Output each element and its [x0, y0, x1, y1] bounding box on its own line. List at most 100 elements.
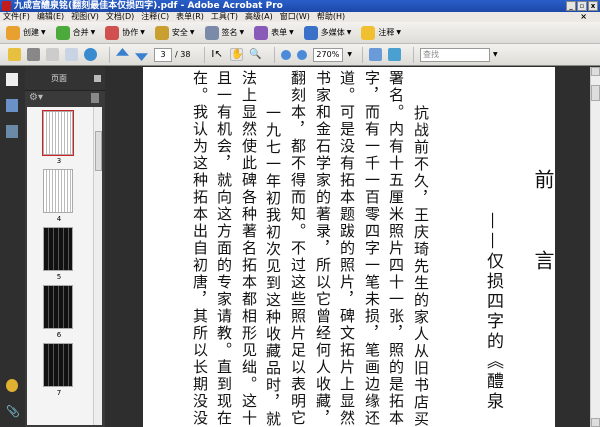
toolbar-button-3[interactable]: 安全 ▼ — [154, 25, 195, 40]
thumbnail-page-number: 3 — [56, 157, 62, 165]
restore-button[interactable]: ▫ — [577, 1, 587, 11]
page-thumbnail[interactable] — [43, 227, 73, 271]
thumbnail-page-number: 6 — [56, 331, 62, 339]
close-button[interactable]: x — [588, 1, 598, 11]
toolbar-button-7[interactable]: 注释 ▼ — [361, 25, 401, 40]
toolbar-button-5[interactable]: 表单 ▼ — [254, 25, 294, 40]
button-label: 安全 — [171, 28, 188, 37]
thumbnail-page-number: 7 — [56, 389, 62, 397]
subtitle: ——仅损四字的《醴泉 — [483, 212, 503, 412]
menu-item[interactable]: 窗口(W) — [280, 12, 310, 22]
toolbar-button-2[interactable]: 协作 ▼ — [105, 25, 145, 40]
scroll-down-button[interactable] — [591, 418, 600, 427]
task-icon — [204, 25, 219, 40]
previous-page-icon[interactable] — [116, 48, 129, 56]
page-thumbnail[interactable] — [43, 169, 73, 213]
hand-tool-icon[interactable]: ✋ — [230, 48, 244, 61]
bookmarks-icon[interactable] — [6, 99, 18, 112]
print-icon[interactable] — [27, 48, 40, 61]
navigation-toolbar: 3 / 38 I↖ ✋ 🔍 270% ▼ 查找 ▼ — [0, 44, 600, 66]
fit-page-icon[interactable] — [369, 48, 383, 61]
task-icon — [105, 25, 120, 40]
text-column: 法上显然使此碑各种著名拓本都相形见绌。这十 — [240, 70, 258, 427]
text-column: 书家和金石学家的著录，所以它曾经何人收藏， — [314, 70, 332, 427]
text-column: 翻刻本，都不得而知。不过这些照片足以表明它 — [289, 70, 307, 427]
menu-item[interactable]: 编辑(E) — [37, 12, 64, 22]
text-column: 署名。内有十五厘米照片四十一张，照的是拓本欧 — [387, 70, 405, 427]
title-bar: 九成宫醴泉铭(翻刻最佳本仅损四字).pdf - Adobe Acrobat Pr… — [0, 0, 600, 12]
heading-char: 前 — [531, 169, 555, 191]
thumbnail-scrollbar[interactable] — [93, 107, 102, 425]
menu-item[interactable]: 视图(V) — [71, 12, 99, 22]
pages-panel: 页面 ⚙▾ 3 4 5 6 7 — [25, 67, 105, 427]
marquee-zoom-icon[interactable]: 🔍 — [249, 48, 262, 61]
menu-item[interactable]: 表单(R) — [176, 12, 204, 22]
menu-item[interactable]: 文档(D) — [106, 12, 134, 22]
menu-item[interactable]: 文件(F) — [3, 12, 30, 22]
thumbnail-list: 3 4 5 6 7 — [27, 107, 102, 425]
toolbar-button-0[interactable]: 创建 ▼ — [6, 25, 46, 40]
minimize-button[interactable]: _ — [566, 1, 576, 11]
pages-icon[interactable] — [6, 73, 18, 86]
trash-icon[interactable] — [91, 93, 99, 103]
panel-options-button[interactable] — [94, 75, 101, 82]
total-pages: / 38 — [175, 50, 191, 59]
page-number-input[interactable]: 3 — [154, 47, 172, 62]
dropdown-arrow-icon: ▼ — [396, 29, 401, 36]
save-icon[interactable] — [46, 48, 59, 61]
divider — [274, 46, 276, 63]
acrobat-icon — [2, 1, 11, 11]
page-thumbnail[interactable] — [42, 110, 74, 156]
toolbar-button-6[interactable]: 多媒体 ▼ — [303, 25, 351, 40]
task-icon — [303, 25, 318, 40]
attachments-icon[interactable]: 📎 — [6, 405, 20, 418]
task-toolbar: 创建 ▼ 合并 ▼ 协作 ▼ 安全 ▼ 签名 ▼ 表单 ▼ 多媒体 ▼ 注释 ▼ — [0, 22, 600, 44]
text-column: 抗战前不久，王庆琦先生的家人从旧书店买到 — [412, 105, 430, 427]
comments-icon[interactable] — [6, 379, 18, 392]
signatures-icon[interactable] — [6, 125, 18, 138]
task-icon — [55, 25, 70, 40]
text-column: 且一有机会，就向这方面的专家请教。直到现在 — [215, 70, 233, 427]
button-label: 多媒体 — [320, 28, 345, 37]
menu-item[interactable]: 注释(C) — [141, 12, 169, 22]
scroll-up-button[interactable] — [591, 67, 600, 76]
divider — [109, 46, 110, 63]
dropdown-arrow-icon: ▼ — [239, 29, 245, 36]
text-column: 在。我认为这种拓本出自初唐，其所以长期没没 — [191, 70, 209, 427]
zoom-out-icon[interactable] — [281, 49, 292, 60]
zoom-in-icon[interactable] — [297, 49, 308, 60]
find-dropdown-icon[interactable]: ▼ — [493, 51, 498, 58]
email-icon[interactable] — [65, 48, 78, 61]
toolbar-button-4[interactable]: 签名 ▼ — [204, 25, 245, 40]
task-icon — [361, 25, 376, 40]
button-label: 创建 — [23, 28, 39, 37]
navigation-strip: 📎 — [0, 67, 25, 427]
divider — [362, 46, 364, 63]
select-tool-icon[interactable]: I↖ — [211, 48, 224, 61]
button-label: 签名 — [221, 28, 238, 37]
open-icon[interactable] — [8, 48, 21, 61]
zoom-level-input[interactable]: 270% — [313, 47, 344, 62]
menu-item[interactable]: 工具(T) — [211, 12, 238, 22]
document-scrollbar[interactable] — [590, 67, 600, 427]
scroll-thumb[interactable] — [591, 85, 600, 101]
page-thumbnail[interactable] — [43, 343, 73, 387]
page-thumbnail[interactable] — [43, 285, 73, 329]
menu-item[interactable]: 帮助(H) — [317, 12, 345, 22]
web-icon[interactable] — [84, 48, 97, 61]
button-label: 协作 — [122, 28, 139, 37]
gear-icon[interactable]: ⚙▾ — [29, 92, 43, 103]
full-screen-icon[interactable] — [388, 48, 402, 61]
divider — [413, 46, 415, 63]
toolbar-button-1[interactable]: 合并 ▼ — [55, 25, 95, 40]
text-column: 一九七一年初我初次见到这种收藏品时，就 — [264, 105, 282, 427]
heading-char: 言 — [531, 250, 555, 272]
next-page-icon[interactable] — [135, 53, 148, 61]
menu-bar: 文件(F) 编辑(E) 视图(V) 文档(D) 注释(C) 表单(R) 工具(T) 高级(A)… — [0, 12, 600, 22]
zoom-dropdown-icon[interactable]: ▼ — [347, 51, 352, 58]
divider — [204, 46, 206, 63]
task-icon — [154, 25, 169, 40]
menu-item[interactable]: 高级(A) — [245, 12, 273, 22]
document-close-button[interactable]: × — [580, 12, 587, 22]
find-input[interactable]: 查找 — [420, 47, 491, 62]
